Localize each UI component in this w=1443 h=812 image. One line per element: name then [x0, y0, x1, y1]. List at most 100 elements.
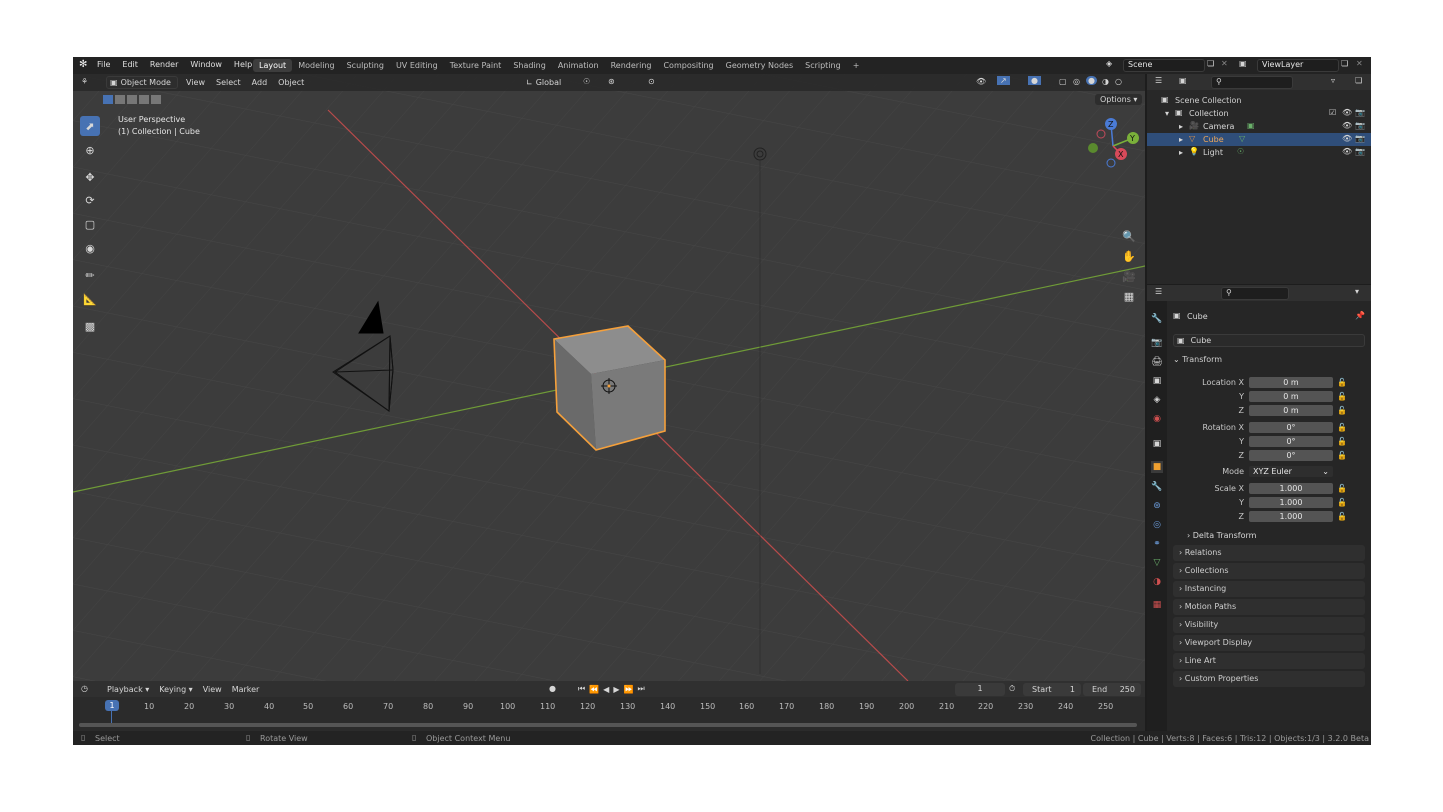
viewport-menu-object[interactable]: Object: [278, 78, 304, 87]
close-view-layer-icon[interactable]: ✕: [1356, 59, 1363, 68]
mesh-data-icon[interactable]: ▽: [1239, 134, 1245, 143]
jump-keyframe-back-icon[interactable]: ⏪: [589, 685, 599, 694]
timeline-menu-keying[interactable]: Keying ▾: [159, 685, 192, 694]
panel-motion-paths[interactable]: › Motion Paths: [1173, 599, 1365, 615]
3d-viewport[interactable]: ⚘ ▣ Object Mode View Select Add Object ∟…: [73, 74, 1145, 681]
cursor-tool[interactable]: ⊕: [80, 140, 100, 160]
solid-shading-icon[interactable]: ●: [1086, 76, 1097, 85]
scale-y-field[interactable]: 1.000: [1249, 497, 1333, 508]
tab-scripting[interactable]: Scripting: [799, 59, 847, 72]
tab-rendering[interactable]: Rendering: [605, 59, 658, 72]
scale-z-field[interactable]: 1.000: [1249, 511, 1333, 522]
snap-icon[interactable]: ⊛: [608, 77, 615, 86]
select-intersect-icon[interactable]: [151, 95, 161, 104]
play-icon[interactable]: ▶: [613, 685, 619, 694]
properties-editor-icon[interactable]: ☰: [1155, 287, 1162, 296]
auto-keying-icon[interactable]: ●: [549, 684, 556, 693]
add-cube-tool[interactable]: ▩: [80, 316, 100, 336]
rotation-y-field[interactable]: 0°: [1249, 436, 1333, 447]
view-layer-tab-icon[interactable]: ▣: [1151, 375, 1163, 387]
timeline-menu-playback[interactable]: Playback ▾: [107, 685, 149, 694]
select-extend-icon[interactable]: [115, 95, 125, 104]
mode-selector[interactable]: ▣ Object Mode: [106, 76, 178, 89]
view-layer-selector[interactable]: ViewLayer: [1257, 59, 1339, 72]
tab-shading[interactable]: Shading: [507, 59, 552, 72]
panel-line-art[interactable]: › Line Art: [1173, 653, 1365, 669]
location-z-field[interactable]: 0 m: [1249, 405, 1333, 416]
lock-icon[interactable]: 🔓: [1337, 378, 1347, 387]
zoom-icon[interactable]: 🔍: [1120, 228, 1138, 246]
visibility-eye-icon[interactable]: 👁: [1342, 108, 1352, 117]
collection-tab-icon[interactable]: ▣: [1151, 438, 1163, 450]
light-data-icon[interactable]: ☉: [1237, 147, 1244, 156]
render-camera-icon[interactable]: 📷: [1355, 147, 1365, 156]
timeline-editor-icon[interactable]: ◷: [81, 684, 88, 693]
viewport-menu-view[interactable]: View: [186, 78, 205, 87]
select-invert-icon[interactable]: [139, 95, 149, 104]
visibility-eye-icon[interactable]: 👁: [1342, 134, 1352, 143]
expand-arrow-icon[interactable]: ▸: [1179, 148, 1183, 157]
display-mode-icon[interactable]: ▣: [1179, 76, 1187, 85]
proportional-edit-icon[interactable]: ⊙: [648, 77, 655, 86]
object-name-field[interactable]: ▣ Cube: [1173, 334, 1365, 347]
camera-data-icon[interactable]: ▣: [1247, 121, 1255, 130]
modifier-tab-icon[interactable]: 🔧: [1151, 481, 1163, 493]
visibility-icon[interactable]: 👁: [976, 77, 986, 86]
editor-type-icon[interactable]: ⚘: [81, 77, 88, 86]
jump-start-icon[interactable]: ⏮: [578, 684, 585, 694]
new-collection-icon[interactable]: ❏: [1355, 76, 1362, 85]
view-layer-icon[interactable]: ▣: [1239, 59, 1247, 68]
texture-tab-icon[interactable]: ▦: [1151, 599, 1163, 611]
scale-tool[interactable]: ▢: [80, 214, 100, 234]
outliner[interactable]: ☰ ▣ ⚲ ▿ ❏ ▣ Scene Collection ▾ ▣ Collect…: [1147, 74, 1371, 284]
delta-transform-subpanel[interactable]: › Delta Transform: [1187, 531, 1256, 540]
panel-relations[interactable]: › Relations: [1173, 545, 1365, 561]
particles-tab-icon[interactable]: ⊛: [1151, 500, 1163, 512]
object-tab-icon[interactable]: ■: [1151, 461, 1163, 473]
outliner-row-cube[interactable]: ▸ ▽ Cube ▽ 👁 📷: [1147, 133, 1371, 146]
lock-icon[interactable]: 🔓: [1337, 392, 1347, 401]
current-frame-field[interactable]: 1: [955, 683, 1005, 696]
options-dropdown[interactable]: Options ▾: [1095, 94, 1143, 105]
render-camera-icon[interactable]: 📷: [1355, 121, 1365, 130]
panel-instancing[interactable]: › Instancing: [1173, 581, 1365, 597]
outliner-row-camera[interactable]: ▸ 🎥 Camera ▣ 👁 📷: [1147, 120, 1371, 133]
menu-render[interactable]: Render: [150, 60, 178, 69]
lock-icon[interactable]: 🔓: [1337, 498, 1347, 507]
visibility-eye-icon[interactable]: 👁: [1342, 147, 1352, 156]
rendered-shading-icon[interactable]: ○: [1115, 77, 1122, 86]
tab-layout[interactable]: Layout: [253, 59, 293, 72]
render-camera-icon[interactable]: 📷: [1355, 108, 1365, 117]
outliner-editor-icon[interactable]: ☰: [1155, 76, 1162, 85]
camera-view-icon[interactable]: 🎥: [1120, 268, 1138, 286]
visibility-eye-icon[interactable]: 👁: [1342, 121, 1352, 130]
menu-help[interactable]: Help: [234, 60, 252, 69]
outliner-row-light[interactable]: ▸ 💡 Light ☉ 👁 📷: [1147, 146, 1371, 159]
properties-editor[interactable]: ☰ ⚲ ▾ 🔧 📷 🖨 ▣ ◈ ◉ ▣ ■ 🔧 ⊛ ◎ ⚭ ▽ ◑ ▦ ▣ Cu…: [1147, 285, 1371, 731]
perspective-toggle-icon[interactable]: ▦: [1120, 288, 1138, 306]
timeline-menu-view[interactable]: View: [203, 685, 222, 694]
tab-animation[interactable]: Animation: [552, 59, 605, 72]
transform-tool[interactable]: ◉: [80, 238, 100, 258]
select-box-tool[interactable]: ⬈: [80, 116, 100, 136]
tab-sculpting[interactable]: Sculpting: [341, 59, 390, 72]
properties-search-input[interactable]: ⚲: [1221, 287, 1289, 300]
transform-orientation[interactable]: ∟ Global: [526, 78, 561, 87]
rotation-mode-select[interactable]: XYZ Euler ⌄: [1249, 466, 1333, 477]
close-scene-icon[interactable]: ✕: [1221, 59, 1228, 68]
new-view-layer-icon[interactable]: ❏: [1341, 59, 1348, 68]
rotation-x-field[interactable]: 0°: [1249, 422, 1333, 433]
scene-selector[interactable]: Scene: [1123, 59, 1205, 72]
timeline-menu-marker[interactable]: Marker: [232, 685, 260, 694]
outliner-root[interactable]: ▣ Scene Collection: [1147, 94, 1371, 107]
pin-icon[interactable]: 📌: [1355, 311, 1365, 320]
location-x-field[interactable]: 0 m: [1249, 377, 1333, 388]
tool-tab-icon[interactable]: 🔧: [1151, 313, 1163, 325]
overlay-toggle-icon[interactable]: ●: [1028, 76, 1041, 85]
rotation-z-field[interactable]: 0°: [1249, 450, 1333, 461]
pan-hand-icon[interactable]: ✋: [1120, 248, 1138, 266]
add-workspace-button[interactable]: +: [847, 59, 866, 72]
lock-icon[interactable]: 🔓: [1337, 423, 1347, 432]
physics-tab-icon[interactable]: ◎: [1151, 519, 1163, 531]
scene-tab-icon[interactable]: ◈: [1151, 394, 1163, 406]
